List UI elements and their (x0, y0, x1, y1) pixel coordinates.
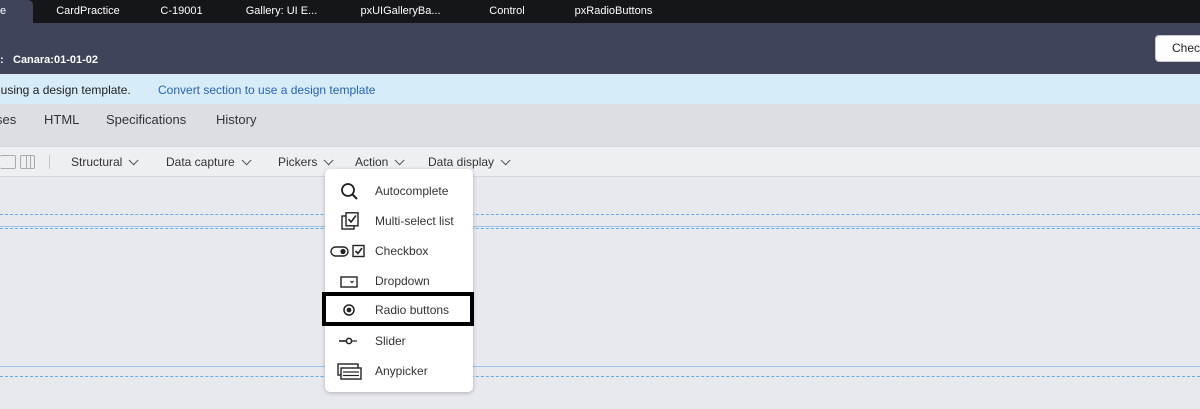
data-display-menu[interactable]: Data display (428, 155, 511, 169)
menu-item-multi-select-list[interactable]: Multi-select list (325, 206, 473, 236)
menu-item-label: Checkbox (375, 244, 429, 258)
action-menu[interactable]: Action (355, 155, 405, 169)
radio-icon (343, 304, 355, 316)
menu-item-label: Dropdown (375, 274, 430, 288)
action-label: Action (355, 155, 389, 169)
tab-label: pxUIGalleryBa... (360, 5, 441, 17)
layout-boundary (0, 366, 1200, 367)
menu-item-radio-buttons[interactable]: Radio buttons (322, 292, 474, 326)
menu-item-label: Radio buttons (375, 303, 450, 317)
dropdown-icon (340, 276, 358, 288)
banner-text: f using a design template. (0, 83, 131, 97)
tab-label: C-19001 (160, 5, 203, 17)
rule-header: : Canara:01-01-02 Chec (0, 23, 1200, 74)
tab-label: Gallery: UI E... (245, 5, 318, 17)
chevron-down-icon (395, 155, 405, 166)
add-row-icon[interactable] (0, 155, 16, 169)
pickers-menu[interactable]: Pickers (278, 155, 334, 169)
header-colon: : (0, 54, 4, 66)
tab-specifications[interactable]: Specifications (106, 112, 186, 127)
menu-item-label: Anypicker (375, 364, 428, 378)
chevron-down-icon (324, 155, 334, 166)
tab-usages[interactable]: ses (0, 112, 16, 127)
search-icon (341, 183, 358, 200)
tab-label: Control (489, 5, 525, 17)
tab-pxuigalleryba[interactable]: pxUIGalleryBa... (343, 0, 458, 23)
chevron-down-icon (500, 155, 511, 166)
data-capture-label: Data capture (166, 155, 235, 169)
convert-template-link[interactable]: Convert section to use a design template (158, 74, 375, 106)
design-template-banner: f using a design template. Convert secti… (0, 74, 1200, 104)
data-capture-menu[interactable]: Data capture (166, 155, 252, 169)
structural-menu[interactable]: Structural (71, 155, 139, 169)
layout-boundary (0, 228, 1200, 229)
slider-icon (339, 337, 357, 345)
pickers-dropdown: Autocomplete Multi-select list Checkbox … (325, 169, 473, 392)
tab-control[interactable]: Control (458, 0, 556, 23)
tab-gallery-ui[interactable]: Gallery: UI E... (220, 0, 343, 23)
anypicker-icon (337, 363, 362, 380)
menu-item-slider[interactable]: Slider (325, 326, 473, 356)
app-tab-bar: e CardPractice C-19001 Gallery: UI E... … (0, 0, 1200, 23)
tab-pxradiobuttons[interactable]: pxRadioButtons (556, 0, 671, 23)
chevron-down-icon (129, 155, 139, 166)
add-column-icon[interactable] (20, 155, 35, 169)
tab-history[interactable]: History (216, 112, 256, 127)
data-display-label: Data display (428, 155, 495, 169)
layout-boundary (0, 214, 1200, 215)
menu-item-autocomplete[interactable]: Autocomplete (325, 176, 473, 206)
tab-label: e (0, 5, 7, 17)
tab-cardpractice[interactable]: CardPractice (33, 0, 143, 23)
layout-boundary (0, 226, 1200, 227)
menu-item-anypicker[interactable]: Anypicker (325, 356, 473, 386)
ruleset-label: Canara:01-01-02 (13, 54, 98, 66)
tab-label: pxRadioButtons (574, 5, 653, 17)
toolbar-divider (49, 155, 50, 169)
menu-item-label: Slider (375, 334, 406, 348)
multi-select-icon (341, 212, 359, 230)
pickers-label: Pickers (278, 155, 318, 169)
menu-item-label: Multi-select list (375, 214, 454, 228)
check-out-button[interactable]: Chec (1155, 35, 1200, 62)
structural-label: Structural (71, 155, 123, 169)
tab-html[interactable]: HTML (44, 112, 79, 127)
tab-current[interactable]: e (0, 0, 33, 23)
tab-c-19001[interactable]: C-19001 (143, 0, 220, 23)
tab-label: CardPractice (56, 5, 120, 17)
chevron-down-icon (241, 155, 252, 166)
rule-form-tabs: ses HTML Specifications History (0, 104, 1200, 146)
checkbox-icon (330, 244, 365, 258)
menu-item-checkbox[interactable]: Checkbox (325, 236, 473, 266)
layout-boundary (0, 376, 1200, 377)
menu-item-label: Autocomplete (375, 184, 449, 198)
layout-toolbar: Structural Data capture Pickers Action D… (0, 146, 1200, 177)
